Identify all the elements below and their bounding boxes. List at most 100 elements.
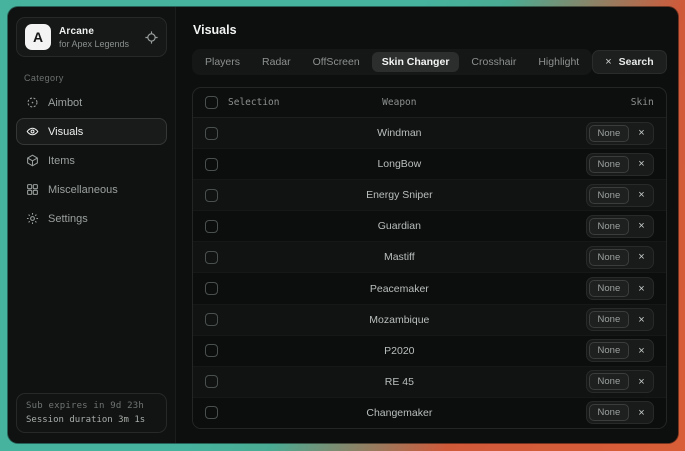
weapon-name: Mozambique bbox=[310, 314, 489, 326]
app-title: Arcane bbox=[59, 26, 137, 37]
weapon-name: Energy Sniper bbox=[310, 189, 489, 201]
tab-offscreen[interactable]: OffScreen bbox=[303, 52, 370, 72]
select-all-checkbox[interactable] bbox=[205, 96, 218, 109]
sub-expiry-text: Sub expires in 9d 23h bbox=[26, 401, 157, 411]
sidebar-nav: Aimbot Visuals Items Miscellaneous Setti… bbox=[16, 89, 167, 234]
weapon-name: P2020 bbox=[310, 345, 489, 357]
close-icon[interactable]: × bbox=[638, 283, 644, 295]
skin-value: None bbox=[589, 156, 630, 173]
tab-crosshair[interactable]: Crosshair bbox=[461, 52, 526, 72]
close-icon[interactable]: × bbox=[638, 345, 644, 357]
skin-selector[interactable]: None × bbox=[586, 370, 654, 393]
sidebar-item-label: Visuals bbox=[48, 126, 83, 138]
sidebar-item-label: Miscellaneous bbox=[48, 184, 118, 196]
sidebar: A Arcane for Apex Legends Category Aimbo… bbox=[8, 7, 176, 443]
sidebar-item-label: Settings bbox=[48, 213, 88, 225]
weapon-name: Windman bbox=[310, 127, 489, 139]
skin-value: None bbox=[589, 404, 630, 421]
weapon-name: RE 45 bbox=[310, 376, 489, 388]
skin-table: Selection Weapon Skin Windman None × Lon… bbox=[192, 87, 667, 429]
table-row: LongBow None × bbox=[193, 148, 666, 179]
row-checkbox[interactable] bbox=[205, 158, 218, 171]
page-title: Visuals bbox=[193, 23, 667, 37]
skin-value: None bbox=[589, 218, 630, 235]
weapon-name: Guardian bbox=[310, 220, 489, 232]
sidebar-item-aimbot[interactable]: Aimbot bbox=[16, 89, 167, 116]
skin-selector[interactable]: None × bbox=[586, 122, 654, 145]
skin-selector[interactable]: None × bbox=[586, 308, 654, 331]
close-icon[interactable]: × bbox=[638, 314, 644, 326]
search-button[interactable]: × Search bbox=[592, 50, 666, 74]
grid-icon bbox=[26, 183, 39, 196]
skin-selector[interactable]: None × bbox=[586, 215, 654, 238]
row-checkbox[interactable] bbox=[205, 406, 218, 419]
target-icon[interactable] bbox=[145, 31, 158, 44]
sidebar-item-settings[interactable]: Settings bbox=[16, 205, 167, 232]
weapon-name: Mastiff bbox=[310, 251, 489, 263]
row-checkbox[interactable] bbox=[205, 375, 218, 388]
skin-value: None bbox=[589, 373, 630, 390]
x-icon: × bbox=[605, 56, 611, 68]
skin-selector[interactable]: None × bbox=[586, 339, 654, 362]
table-row: Mastiff None × bbox=[193, 241, 666, 272]
table-row: Windman None × bbox=[193, 118, 666, 148]
close-icon[interactable]: × bbox=[638, 127, 644, 139]
close-icon[interactable]: × bbox=[638, 158, 644, 170]
row-checkbox[interactable] bbox=[205, 220, 218, 233]
skin-value: None bbox=[589, 342, 630, 359]
row-checkbox[interactable] bbox=[205, 251, 218, 264]
table-row: Changemaker None × bbox=[193, 397, 666, 428]
app-subtitle: for Apex Legends bbox=[59, 39, 137, 49]
table-row: RE 45 None × bbox=[193, 366, 666, 397]
selection-column-header: Selection bbox=[228, 97, 279, 108]
close-icon[interactable]: × bbox=[638, 376, 644, 388]
weapon-column-header: Weapon bbox=[310, 97, 489, 108]
close-icon[interactable]: × bbox=[638, 189, 644, 201]
skin-column-header: Skin bbox=[544, 97, 654, 108]
eye-icon bbox=[26, 125, 39, 138]
tab-highlight[interactable]: Highlight bbox=[528, 52, 589, 72]
row-checkbox[interactable] bbox=[205, 189, 218, 202]
skin-value: None bbox=[589, 125, 630, 142]
close-icon[interactable]: × bbox=[638, 220, 644, 232]
search-button-label: Search bbox=[619, 56, 654, 68]
table-header-row: Selection Weapon Skin bbox=[193, 88, 666, 118]
table-row: P2020 None × bbox=[193, 335, 666, 366]
session-duration-text: Session duration 3m 1s bbox=[26, 415, 157, 425]
table-row: Peacemaker None × bbox=[193, 272, 666, 303]
close-icon[interactable]: × bbox=[638, 407, 644, 419]
row-checkbox[interactable] bbox=[205, 282, 218, 295]
table-body: Windman None × LongBow None × Energy Sni… bbox=[193, 118, 666, 428]
skin-selector[interactable]: None × bbox=[586, 277, 654, 300]
table-row: Energy Sniper None × bbox=[193, 179, 666, 210]
skin-selector[interactable]: None × bbox=[586, 246, 654, 269]
gear-icon bbox=[26, 212, 39, 225]
skin-value: None bbox=[589, 311, 630, 328]
skin-selector[interactable]: None × bbox=[586, 184, 654, 207]
cube-icon bbox=[26, 154, 39, 167]
close-icon[interactable]: × bbox=[638, 251, 644, 263]
tab-skin-changer[interactable]: Skin Changer bbox=[372, 52, 460, 72]
table-row: Mozambique None × bbox=[193, 304, 666, 335]
weapon-name: LongBow bbox=[310, 158, 489, 170]
sidebar-item-miscellaneous[interactable]: Miscellaneous bbox=[16, 176, 167, 203]
tab-radar[interactable]: Radar bbox=[252, 52, 301, 72]
row-checkbox[interactable] bbox=[205, 344, 218, 357]
row-checkbox[interactable] bbox=[205, 127, 218, 140]
skin-selector[interactable]: None × bbox=[586, 153, 654, 176]
skin-selector[interactable]: None × bbox=[586, 401, 654, 424]
sidebar-item-items[interactable]: Items bbox=[16, 147, 167, 174]
sidebar-item-label: Aimbot bbox=[48, 97, 82, 109]
row-checkbox[interactable] bbox=[205, 313, 218, 326]
sidebar-item-visuals[interactable]: Visuals bbox=[16, 118, 167, 145]
table-row: Guardian None × bbox=[193, 210, 666, 241]
crosshair-icon bbox=[26, 96, 39, 109]
subscription-card: Sub expires in 9d 23h Session duration 3… bbox=[16, 393, 167, 433]
app-window: A Arcane for Apex Legends Category Aimbo… bbox=[8, 7, 678, 443]
app-header-card: A Arcane for Apex Legends bbox=[16, 17, 167, 57]
sidebar-item-label: Items bbox=[48, 155, 75, 167]
skin-value: None bbox=[589, 249, 630, 266]
tab-players[interactable]: Players bbox=[195, 52, 250, 72]
weapon-name: Changemaker bbox=[310, 407, 489, 419]
weapon-name: Peacemaker bbox=[310, 283, 489, 295]
